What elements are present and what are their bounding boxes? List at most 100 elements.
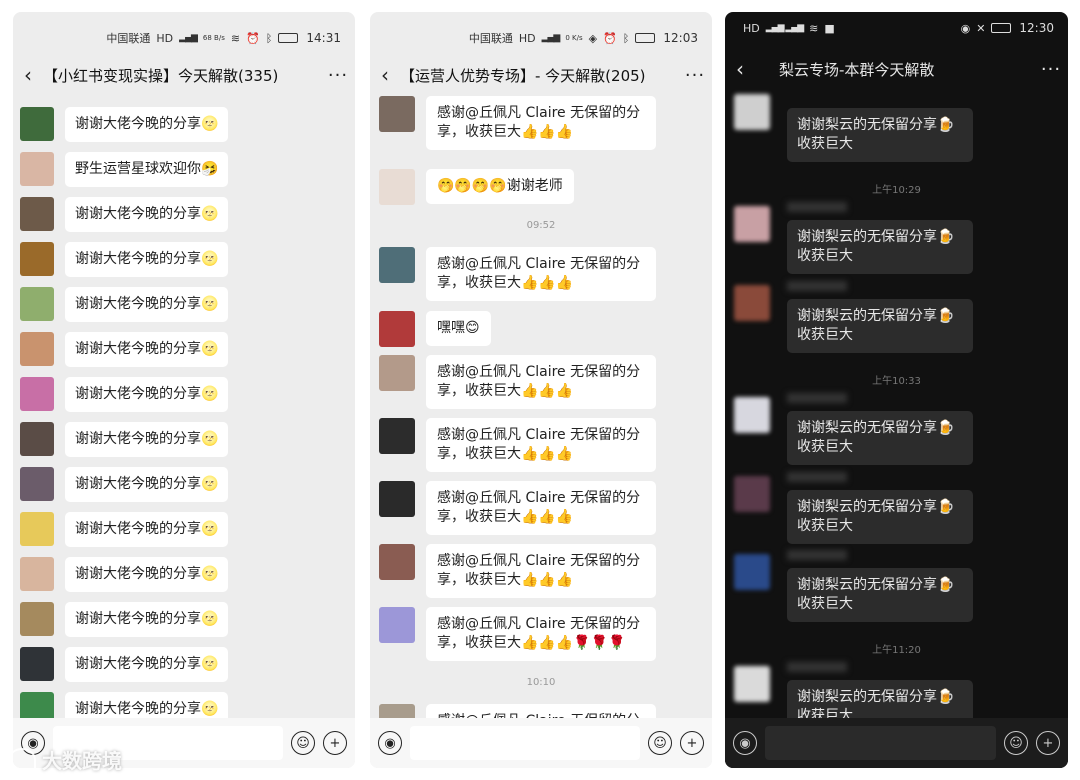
signal-icon: ▂▄▆: [179, 33, 198, 43]
message-bubble[interactable]: 谢谢梨云的无保留分享🍺收获巨大: [787, 299, 973, 353]
avatar[interactable]: [20, 467, 54, 501]
message-bubble[interactable]: 谢谢大佬今晚的分享🌝: [65, 467, 229, 502]
avatar[interactable]: [734, 397, 770, 433]
more-options-icon[interactable]: ···: [1034, 59, 1068, 80]
timestamp: 上午10:29: [872, 185, 921, 196]
emoji-icon[interactable]: ☺: [291, 731, 315, 755]
avatar[interactable]: [734, 476, 770, 512]
list-item: 谢谢大佬今晚的分享🌝: [20, 377, 229, 412]
back-icon[interactable]: ‹: [13, 63, 43, 87]
avatar[interactable]: [379, 544, 415, 580]
message-bubble[interactable]: 谢谢梨云的无保留分享🍺收获巨大: [787, 108, 973, 162]
chat-title: 【运营人优势专场】- 今天解散(205): [400, 66, 646, 85]
avatar[interactable]: [379, 96, 415, 132]
chat-header: ‹ 【小红书变现实操】今天解散(335) ···: [13, 62, 355, 88]
message-bubble[interactable]: 嘿嘿😊: [426, 311, 491, 346]
avatar[interactable]: [20, 152, 54, 186]
avatar[interactable]: [734, 94, 770, 130]
avatar[interactable]: [379, 607, 415, 643]
app-icon: ■: [824, 21, 835, 35]
message-bubble[interactable]: 感谢@丘佩凡 Claire 无保留的分享，收获巨大👍👍👍🌹🌹🌹: [426, 607, 656, 661]
message-bubble[interactable]: 谢谢大佬今晚的分享🌝: [65, 422, 229, 457]
list-item: 感谢@丘佩凡 Claire 无保留的分享，收获巨大👍👍👍: [379, 544, 656, 598]
avatar[interactable]: [379, 247, 415, 283]
avatar[interactable]: [379, 355, 415, 391]
blurred-name: [787, 472, 847, 482]
voice-input-icon[interactable]: ◉: [378, 731, 402, 755]
message-bubble[interactable]: 🤭🤭🤭🤭谢谢老师: [426, 169, 574, 204]
avatar[interactable]: [20, 512, 54, 546]
message-bubble[interactable]: 感谢@丘佩凡 Claire 无保留的分享，收获巨大👍👍👍: [426, 481, 656, 535]
message-bubble[interactable]: 谢谢大佬今晚的分享🌝: [65, 197, 229, 232]
plus-icon[interactable]: +: [680, 731, 704, 755]
app-icon: ◈: [588, 31, 598, 45]
message-bubble[interactable]: 谢谢梨云的无保留分享🍺收获巨大: [787, 490, 973, 544]
message-bubble[interactable]: 谢谢梨云的无保留分享🍺收获巨大: [787, 220, 973, 274]
list-item: 感谢@丘佩凡 Claire 无保留的分享，收获巨大👍👍👍: [379, 481, 656, 535]
message-bubble[interactable]: 感谢@丘佩凡 Claire 无保留的分享，收获巨大👍👍👍: [426, 247, 656, 301]
avatar[interactable]: [379, 418, 415, 454]
eye-icon: ◉: [960, 21, 971, 35]
back-icon[interactable]: ‹: [725, 57, 755, 81]
message-bubble[interactable]: 谢谢大佬今晚的分享🌝: [65, 602, 229, 637]
message-bubble[interactable]: 谢谢梨云的无保留分享🍺收获巨大: [787, 568, 973, 622]
avatar[interactable]: [20, 107, 54, 141]
input-bar: ◉ ☺ +: [370, 718, 712, 768]
avatar[interactable]: [734, 554, 770, 590]
avatar[interactable]: [379, 481, 415, 517]
message-bubble[interactable]: 谢谢大佬今晚的分享🌝: [65, 287, 229, 322]
message-input[interactable]: [410, 726, 640, 760]
list-item: 嘿嘿😊: [379, 311, 491, 347]
voice-input-icon[interactable]: ◉: [733, 731, 757, 755]
clock-time: 12:30: [1019, 21, 1054, 35]
message-bubble[interactable]: 谢谢大佬今晚的分享🌝: [65, 647, 229, 682]
avatar[interactable]: [20, 647, 54, 681]
blurred-name: [787, 281, 847, 291]
avatar[interactable]: [20, 287, 54, 321]
blurred-name: [787, 550, 847, 560]
battery-icon: [278, 33, 299, 43]
message-bubble[interactable]: 谢谢大佬今晚的分享🌝: [65, 512, 229, 547]
plus-icon[interactable]: +: [323, 731, 347, 755]
avatar[interactable]: [20, 197, 54, 231]
emoji-icon[interactable]: ☺: [1004, 731, 1028, 755]
avatar[interactable]: [379, 169, 415, 205]
message-bubble[interactable]: 感谢@丘佩凡 Claire 无保留的分享，收获巨大👍👍👍: [426, 418, 656, 472]
battery-icon: [991, 23, 1012, 33]
avatar[interactable]: [20, 602, 54, 636]
avatar[interactable]: [734, 206, 770, 242]
message-bubble[interactable]: 谢谢大佬今晚的分享🌝: [65, 107, 229, 142]
more-options-icon[interactable]: ···: [321, 65, 355, 86]
message-bubble[interactable]: 谢谢大佬今晚的分享🌝: [65, 242, 229, 277]
message-bubble[interactable]: 野生运营星球欢迎你🤧: [65, 152, 229, 187]
message-bubble[interactable]: 谢谢大佬今晚的分享🌝: [65, 377, 229, 412]
avatar[interactable]: [20, 422, 54, 456]
list-item: 谢谢大佬今晚的分享🌝: [20, 512, 229, 547]
message-bubble[interactable]: 谢谢梨云的无保留分享🍺收获巨大: [787, 411, 973, 465]
back-icon[interactable]: ‹: [370, 63, 400, 87]
list-item: 谢谢大佬今晚的分享🌝: [20, 197, 229, 232]
avatar[interactable]: [20, 242, 54, 276]
message-bubble[interactable]: 谢谢大佬今晚的分享🌝: [65, 557, 229, 592]
message-input[interactable]: [765, 726, 996, 760]
message-bubble[interactable]: 谢谢大佬今晚的分享🌝: [65, 332, 229, 367]
avatar[interactable]: [20, 377, 54, 411]
avatar[interactable]: [20, 332, 54, 366]
list-item: 感谢@丘佩凡 Claire 无保留的分享，收获巨大👍👍👍: [379, 247, 656, 301]
avatar[interactable]: [734, 666, 770, 702]
chat-header: ‹ 【运营人优势专场】- 今天解散(205) ···: [370, 62, 712, 88]
plus-icon[interactable]: +: [1036, 731, 1060, 755]
more-options-icon[interactable]: ···: [678, 65, 712, 86]
emoji-icon[interactable]: ☺: [648, 731, 672, 755]
message-bubble[interactable]: 感谢@丘佩凡 Claire 无保留的分享，收获巨大👍👍👍: [426, 355, 656, 409]
bluetooth-icon: ᛒ: [622, 31, 630, 45]
avatar[interactable]: [379, 311, 415, 347]
message-bubble[interactable]: 感谢@丘佩凡 Claire 无保留的分享，收获巨大👍👍👍: [426, 96, 656, 150]
chat-panel-liyun: HD ▂▄▆ ▂▄▆ ≋ ■ ◉ ✕ 12:30 ‹ 梨云专场-本群今天解散 ·…: [725, 12, 1068, 768]
signal-icon: ▂▄▆ ▂▄▆: [765, 23, 804, 33]
avatar[interactable]: [734, 285, 770, 321]
alarm-icon: ⏰: [246, 31, 260, 45]
message-bubble[interactable]: 感谢@丘佩凡 Claire 无保留的分享，收获巨大👍👍👍: [426, 544, 656, 598]
avatar[interactable]: [20, 557, 54, 591]
hd-icon: HD: [518, 31, 536, 45]
